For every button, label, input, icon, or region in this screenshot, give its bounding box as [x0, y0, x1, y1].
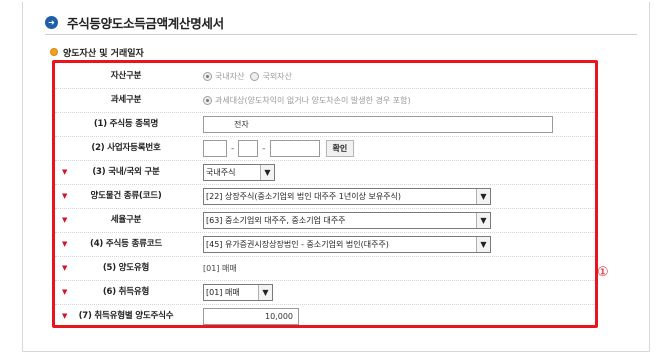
- highlighted-form: 자산구분 국내자산 국외자산 과세구분 과세대상(양도차익이 없거나 양도차손이…: [52, 60, 609, 329]
- chevron-down-icon: ▼: [476, 213, 490, 228]
- required-marker-icon: ▼: [62, 264, 68, 272]
- row-stock-name: (1) 주식등 종목명 전자: [55, 113, 595, 137]
- asset-type-radios: 국내자산 국외자산: [203, 65, 292, 88]
- row-label: ▼ (3) 국내/국외 구분: [55, 161, 197, 184]
- stock-type-code-select[interactable]: [45] 유가증권시장상장법인 - 중소기업외 법인(대주주) ▼: [203, 236, 491, 253]
- section-header: 양도자산 및 거래일자: [50, 45, 144, 59]
- required-marker-icon: ▼: [62, 216, 68, 224]
- row-transfer-type: ▼ (5) 양도유형 [01] 매매: [55, 257, 595, 281]
- title-divider: [45, 34, 637, 35]
- row-label: ▼ (5) 양도유형: [55, 257, 197, 280]
- annotation-marker: ①: [597, 265, 609, 280]
- required-marker-icon: ▼: [62, 312, 68, 320]
- bullet-icon: [50, 48, 58, 56]
- confirm-button[interactable]: 확인: [325, 140, 355, 157]
- row-item-type: ▼ 양도물건 종류(코드) [22] 상장주식(중소기업외 법인 대주주 1년이상…: [55, 185, 595, 209]
- radio-domestic-label: 국내자산: [215, 72, 245, 81]
- section-title: 양도자산 및 거래일자: [63, 48, 144, 59]
- chevron-down-icon: ▼: [258, 285, 272, 300]
- row-label: (2) 사업자등록번호: [91, 143, 161, 153]
- arrow-circle-icon: ➜: [45, 15, 58, 29]
- biz-number-part2-input[interactable]: [238, 140, 259, 157]
- row-label: ▼ 세율구분: [55, 209, 197, 232]
- tax-type-radio: 과세대상(양도차익이 없거나 양도차손이 발생한 경우 포함): [203, 89, 411, 112]
- row-asset-type: 자산구분 국내자산 국외자산: [55, 65, 595, 89]
- required-marker-icon: ▼: [62, 240, 68, 248]
- chevron-down-icon: ▼: [476, 237, 490, 252]
- radio-taxable[interactable]: [203, 96, 212, 105]
- required-marker-icon: ▼: [62, 192, 68, 200]
- page-header: ➜ 주식등양도소득금액계산명세서: [45, 12, 224, 32]
- row-tax-rate: ▼ 세율구분 [63] 중소기업외 대주주, 중소기업 대주주 ▼: [55, 209, 595, 233]
- domestic-foreign-select[interactable]: 국내주식 ▼: [203, 164, 275, 181]
- required-marker-icon: ▼: [62, 288, 68, 296]
- radio-domestic[interactable]: [203, 72, 212, 81]
- biz-number-part1-input[interactable]: [203, 140, 227, 157]
- row-label: ▼ (7) 취득유형별 양도주식수: [55, 305, 197, 328]
- share-count-input[interactable]: 10,000: [203, 308, 299, 325]
- required-marker-icon: ▼: [62, 168, 68, 176]
- page-title: 주식등양도소득금액계산명세서: [67, 15, 224, 31]
- row-business-number: (2) 사업자등록번호 - - 확인: [55, 137, 595, 161]
- row-label: ▼ 양도물건 종류(코드): [55, 185, 197, 208]
- chevron-down-icon: ▼: [476, 189, 490, 204]
- transfer-type-value: [01] 매매: [203, 264, 237, 273]
- row-label: 과세구분: [110, 95, 142, 105]
- row-label: ▼ (4) 주식등 종류코드: [55, 233, 197, 256]
- row-tax-type: 과세구분 과세대상(양도차익이 없거나 양도차손이 발생한 경우 포함): [55, 89, 595, 113]
- stock-name-input[interactable]: 전자: [203, 116, 553, 133]
- row-domestic-foreign: ▼ (3) 국내/국외 구분 국내주식 ▼: [55, 161, 595, 185]
- row-label: ▼ (6) 취득유형: [55, 281, 197, 304]
- row-acquisition-type: ▼ (6) 취득유형 [01] 매매 ▼: [55, 281, 595, 305]
- row-stock-type-code: ▼ (4) 주식등 종류코드 [45] 유가증권시장상장법인 - 중소기업외 법인…: [55, 233, 595, 257]
- row-label: (1) 주식등 종목명: [93, 119, 159, 129]
- acquisition-type-select[interactable]: [01] 매매 ▼: [203, 284, 273, 301]
- radio-taxable-label: 과세대상(양도차익이 없거나 양도차손이 발생한 경우 포함): [215, 96, 411, 105]
- row-share-count: ▼ (7) 취득유형별 양도주식수 10,000: [55, 305, 595, 329]
- chevron-down-icon: ▼: [260, 165, 274, 180]
- tax-rate-select[interactable]: [63] 중소기업외 대주주, 중소기업 대주주 ▼: [203, 212, 491, 229]
- item-type-select[interactable]: [22] 상장주식(중소기업외 법인 대주주 1년이상 보유주식) ▼: [203, 188, 491, 205]
- radio-foreign-label: 국외자산: [262, 72, 292, 81]
- row-label: 자산구분: [110, 71, 142, 81]
- biz-number-part3-input[interactable]: [269, 140, 320, 157]
- radio-foreign[interactable]: [250, 72, 260, 81]
